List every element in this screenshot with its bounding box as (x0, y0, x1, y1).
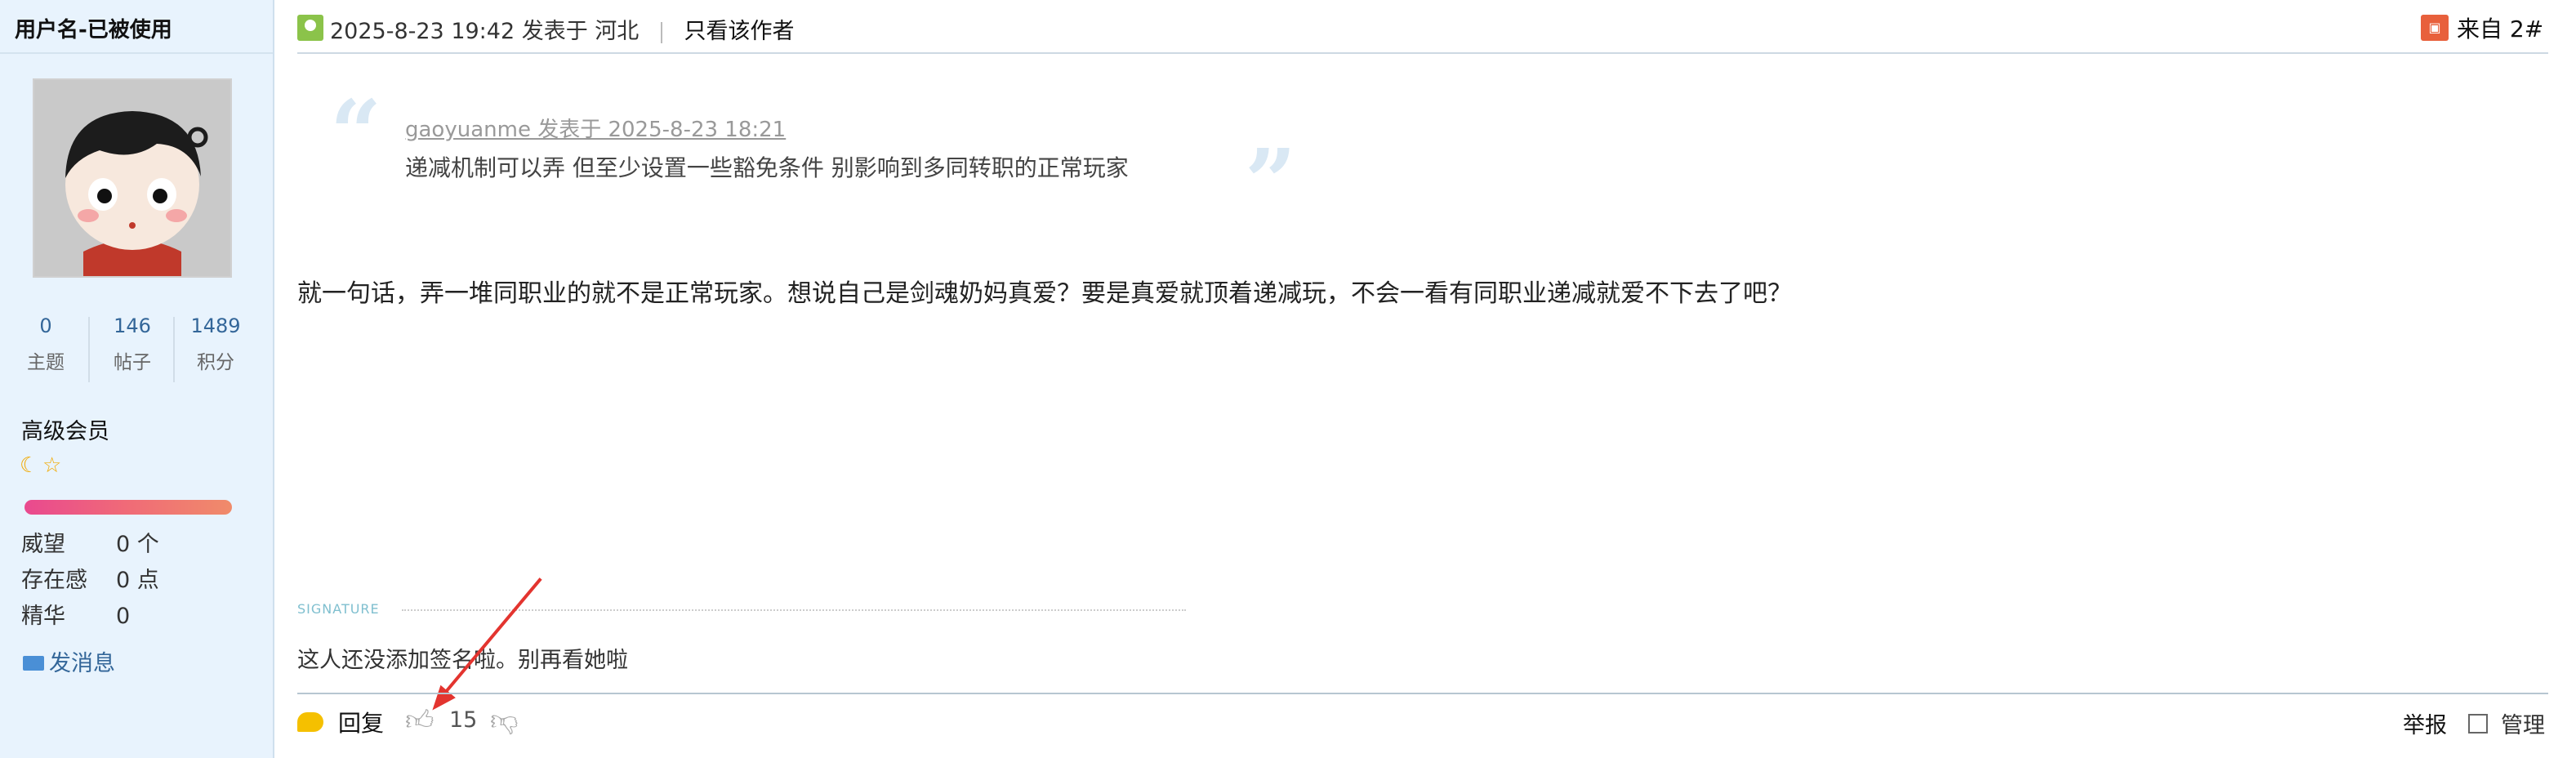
avatar[interactable] (33, 78, 232, 278)
quote-author-link[interactable]: gaoyuanme 发表于 2025-8-23 18:21 (405, 113, 786, 143)
field-value: 0 个 (116, 532, 159, 557)
divider (297, 52, 2548, 54)
field-prestige: 威望 0 个 (21, 526, 159, 558)
rank-progress-bar (25, 500, 232, 515)
reply-button[interactable]: 回复 (338, 706, 384, 738)
quote-text: 递减机制可以弄 但至少设置一些豁免条件 别影响到多同转职的正常玩家 (405, 154, 1129, 181)
post-meta: 2025-8-23 19:42 发表于 河北 只看该作者 (330, 13, 795, 45)
manage-checkbox[interactable] (2468, 714, 2488, 733)
stat-posts[interactable]: 146 帖子 (91, 310, 173, 374)
field-key: 威望 (21, 532, 65, 557)
support-count: 15 (449, 707, 478, 733)
only-author-link[interactable]: 只看该作者 (684, 19, 795, 44)
moon-icon: ☾ (20, 453, 39, 478)
thumbs-up-icon[interactable]: 👍︎ (405, 704, 435, 738)
divider (660, 21, 662, 43)
report-button[interactable]: 举报 (2403, 707, 2447, 739)
stat-value[interactable]: 146 (91, 310, 173, 341)
stat-label: 帖子 (114, 352, 151, 373)
stat-threads[interactable]: 0 主题 (5, 310, 87, 374)
post-body: 就一句话，弄一堆同职业的就不是正常玩家。想说自己是剑魂奶妈真爱？要是真爱就顶着递… (297, 279, 1792, 308)
divider (88, 317, 90, 382)
reply-icon[interactable] (297, 712, 323, 732)
post-location: 发表于 河北 (521, 19, 640, 44)
stat-label: 主题 (27, 352, 65, 373)
divider (297, 693, 2548, 694)
send-message-label[interactable]: 发消息 (49, 651, 115, 676)
field-key: 精华 (21, 604, 65, 629)
from-label: 来自 (2457, 16, 2503, 42)
field-presence: 存在感 0 点 (21, 562, 159, 594)
annotation-arrow-line (439, 577, 542, 699)
online-status-icon (297, 15, 323, 41)
field-key: 存在感 (21, 568, 87, 593)
stat-points[interactable]: 1489 积分 (175, 310, 256, 374)
user-sidebar: 用户名-已被使用 0 主题 146 帖子 1489 积分 高级会员 ☾ ☆ 威望… (0, 0, 274, 758)
floor-number[interactable]: 2# (2510, 16, 2543, 42)
source-icon: ▣ (2421, 15, 2449, 41)
stat-value[interactable]: 0 (5, 310, 87, 341)
send-message-link[interactable]: 发消息 (23, 645, 115, 677)
avatar-image (34, 80, 230, 276)
post-timestamp: 2025-8-23 19:42 (330, 19, 515, 44)
field-digest: 精华 0 (21, 598, 130, 630)
post-floor[interactable]: 来自 2# (2457, 11, 2543, 44)
username[interactable]: 用户名-已被使用 (15, 13, 172, 43)
thumbs-down-icon[interactable]: 👎︎ (490, 704, 519, 738)
user-group[interactable]: 高级会员 (21, 413, 109, 445)
stat-label: 积分 (197, 352, 234, 373)
envelope-icon (23, 655, 44, 671)
stat-value[interactable]: 1489 (175, 310, 256, 341)
field-value: 0 点 (116, 568, 159, 593)
field-value: 0 (116, 604, 131, 629)
quote-close-icon: ” (1245, 129, 1297, 234)
user-stats: 0 主题 146 帖子 1489 积分 (0, 310, 273, 392)
rank-icons: ☾ ☆ (20, 454, 65, 480)
divider (0, 52, 273, 54)
star-icon: ☆ (42, 453, 62, 478)
manage-label[interactable]: 管理 (2501, 707, 2545, 739)
quote-open-icon: “ (330, 80, 382, 185)
signature-divider (402, 609, 1186, 611)
signature-label: SIGNATURE (297, 601, 380, 617)
